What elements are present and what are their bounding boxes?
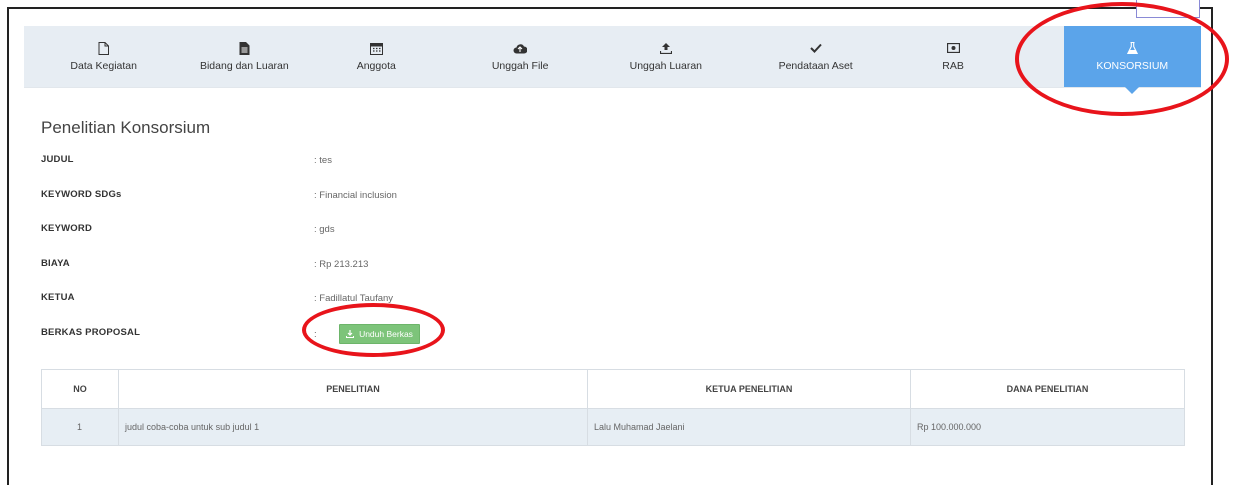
tab-label: Data Kegiatan: [70, 60, 137, 72]
biaya-label: BIAYA: [41, 258, 70, 269]
tab-label: Unggah Luaran: [629, 60, 703, 72]
ketua-value: : Fadillatul Taufany: [314, 293, 394, 304]
file-text-icon: [237, 41, 251, 55]
download-icon: [346, 330, 355, 338]
flask-icon: [1125, 41, 1139, 55]
keyword-sdgs-value: : Financial inclusion: [314, 190, 397, 201]
keyword-value: : gds: [314, 224, 335, 235]
cell-dana-penelitian: Rp 100.000.000: [910, 408, 1185, 446]
table-row: 1 judul coba-coba untuk sub judul 1 Lalu…: [41, 408, 1185, 446]
cell-ketua-penelitian: Lalu Muhamad Jaelani: [587, 408, 911, 446]
check-icon: [809, 41, 823, 55]
table-header-row: NO PENELITIAN KETUA PENELITIAN DANA PENE…: [41, 369, 1185, 409]
file-outline-icon: [97, 41, 111, 55]
tab-label: Unggah File: [491, 60, 549, 72]
page-title: Penelitian Konsorsium: [41, 118, 211, 137]
header-ketua-penelitian: KETUA PENELITIAN: [587, 369, 911, 409]
tab-label: Anggota: [356, 60, 396, 72]
tab-bar: Data Kegiatan Bidang dan Luaran Anggota …: [24, 26, 1201, 94]
corner-box: [1136, 0, 1200, 18]
tab-label: Pendataan Aset: [778, 60, 853, 72]
money-icon: [946, 41, 960, 55]
tab-anggota[interactable]: Anggota: [305, 26, 447, 87]
tab-konsorsium[interactable]: KONSORSIUM: [1063, 26, 1201, 94]
cloud-upload-icon: [513, 41, 528, 55]
tab-rab[interactable]: RAB: [893, 26, 1014, 87]
header-dana-penelitian: DANA PENELITIAN: [910, 369, 1185, 409]
berkas-colon: :: [314, 329, 317, 340]
header-penelitian: PENELITIAN: [118, 369, 588, 409]
unduh-berkas-label: Unduh Berkas: [359, 329, 413, 339]
tab-unggah-luaran[interactable]: Unggah Luaran: [593, 26, 739, 87]
tab-unggah-file[interactable]: Unggah File: [447, 26, 593, 87]
cell-penelitian: judul coba-coba untuk sub judul 1: [118, 408, 588, 446]
judul-label: JUDUL: [41, 154, 74, 165]
keyword-sdgs-label: KEYWORD SDGs: [41, 189, 122, 200]
upload-icon: [659, 41, 673, 55]
unduh-berkas-button[interactable]: Unduh Berkas: [339, 324, 420, 344]
keyword-label: KEYWORD: [41, 223, 93, 234]
judul-value: : tes: [314, 155, 332, 166]
tab-bidang-dan-luaran[interactable]: Bidang dan Luaran: [183, 26, 305, 87]
berkas-proposal-label: BERKAS PROPOSAL: [41, 327, 141, 338]
tab-pendataan-aset[interactable]: Pendataan Aset: [739, 26, 893, 87]
cell-no: 1: [41, 408, 119, 446]
calendar-icon: [369, 41, 383, 55]
tab-label: RAB: [942, 60, 964, 72]
tab-label: KONSORSIUM: [1096, 60, 1169, 72]
penelitian-table: NO PENELITIAN KETUA PENELITIAN DANA PENE…: [41, 369, 1185, 446]
tab-data-kegiatan[interactable]: Data Kegiatan: [24, 26, 183, 87]
biaya-value: : Rp 213.213: [314, 259, 369, 270]
ketua-label: KETUA: [41, 292, 75, 303]
tab-label: Bidang dan Luaran: [199, 60, 289, 72]
header-no: NO: [41, 369, 119, 409]
